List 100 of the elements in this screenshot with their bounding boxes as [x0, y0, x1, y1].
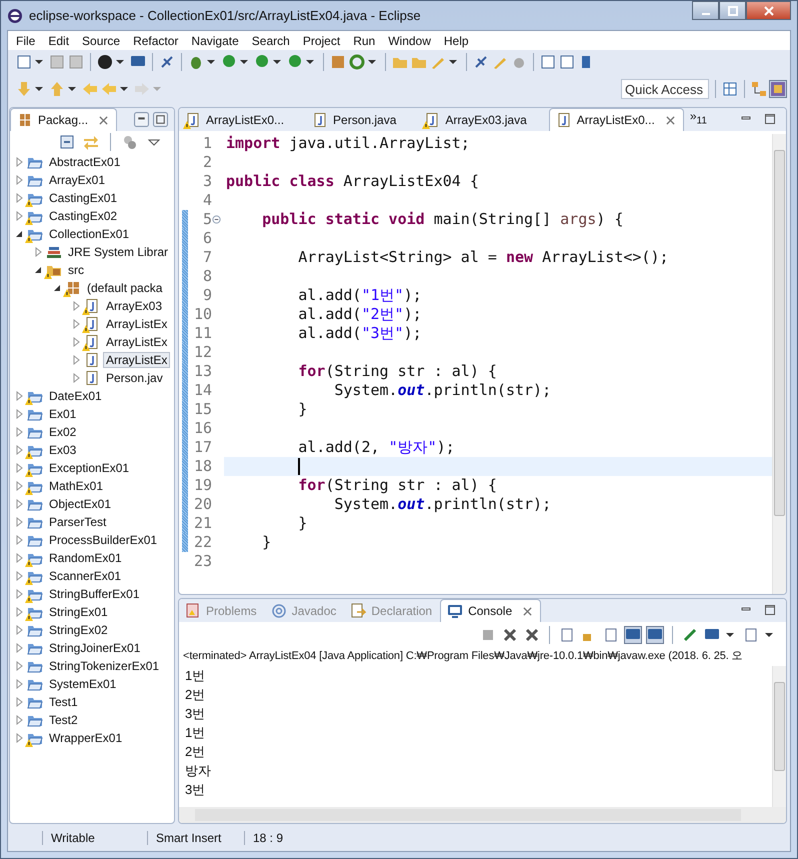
expand-toggle-icon[interactable] [14, 409, 24, 419]
close-icon[interactable] [502, 627, 518, 643]
expand-toggle-icon[interactable] [14, 553, 24, 563]
expand-toggle-icon[interactable] [71, 319, 81, 329]
close-icon[interactable] [99, 116, 108, 124]
tree-item[interactable]: CastingEx02 [46, 208, 120, 224]
tree-item[interactable]: Ex03 [46, 442, 80, 458]
tree-item[interactable]: RandomEx01 [46, 550, 125, 566]
editor-tab[interactable]: ArrayEx03.java [418, 109, 549, 131]
tree-item[interactable]: ArrayEx01 [46, 172, 108, 188]
tree-item[interactable]: ArrayEx03 [103, 298, 166, 314]
scrollbar[interactable] [772, 134, 786, 594]
tree-item[interactable]: CollectionEx01 [46, 226, 132, 242]
caret-icon[interactable] [207, 58, 215, 66]
window-icon[interactable] [16, 54, 32, 70]
menu-item[interactable]: Source [76, 34, 128, 48]
menu-item[interactable]: Search [246, 34, 297, 48]
expand-toggle-icon[interactable] [14, 697, 24, 707]
expand-toggle-icon[interactable] [33, 265, 43, 275]
caret-icon[interactable] [35, 58, 43, 66]
view-tab[interactable]: Console [440, 599, 542, 622]
expand-toggle-icon[interactable] [14, 391, 24, 401]
java-perspective-icon[interactable] [770, 81, 786, 97]
disks-icon[interactable] [68, 54, 84, 70]
expand-toggle-icon[interactable] [14, 535, 24, 545]
expand-toggle-icon[interactable] [52, 283, 62, 293]
expand-toggle-icon[interactable] [14, 157, 24, 167]
close-button[interactable] [746, 1, 791, 20]
caret-icon[interactable] [726, 631, 734, 639]
caret-icon[interactable] [306, 58, 314, 66]
expand-toggle-icon[interactable] [14, 445, 24, 455]
tree-item[interactable]: JRE System Librar [65, 244, 172, 260]
close-icon[interactable] [523, 606, 532, 616]
menu-item[interactable]: Project [296, 34, 348, 48]
expand-toggle-icon[interactable] [14, 229, 24, 239]
tree-item[interactable]: ObjectEx01 [46, 496, 114, 512]
menu-item[interactable]: Refactor [127, 34, 186, 48]
quick-access-field[interactable]: Quick Access [621, 79, 709, 99]
tree-item[interactable]: AbstractEx01 [46, 154, 124, 170]
tree-item[interactable]: WrapperEx01 [46, 730, 126, 746]
tree-item[interactable]: Test2 [46, 712, 81, 728]
expand-toggle-icon[interactable] [14, 607, 24, 617]
expand-toggle-icon[interactable] [71, 373, 81, 383]
expand-toggle-icon[interactable] [14, 733, 24, 743]
minimize-button[interactable] [692, 1, 719, 20]
collapse-all-icon[interactable] [59, 134, 75, 150]
menu-item[interactable]: Run [347, 34, 382, 48]
expand-toggle-icon[interactable] [14, 643, 24, 653]
tree-item[interactable]: StringBufferEx01 [46, 586, 142, 602]
scrollbar[interactable] [772, 666, 786, 807]
document-icon[interactable] [603, 627, 619, 643]
menu-item[interactable]: Help [438, 34, 476, 48]
caret-icon[interactable] [120, 85, 128, 93]
caret-icon[interactable] [116, 58, 124, 66]
menu-item[interactable]: Edit [42, 34, 76, 48]
expand-toggle-icon[interactable] [33, 247, 43, 257]
tree-item[interactable]: StringJoinerEx01 [46, 640, 144, 656]
expand-toggle-icon[interactable] [14, 427, 24, 437]
expand-toggle-icon[interactable] [71, 337, 81, 347]
expand-toggle-icon[interactable] [14, 661, 24, 671]
expand-toggle-icon[interactable] [14, 481, 24, 491]
editor-tab[interactable]: ArrayListEx0... [179, 109, 306, 131]
more-tabs-button[interactable]: »$_{11}$ [684, 108, 713, 131]
caret-icon[interactable] [449, 58, 457, 66]
expand-toggle-icon[interactable] [14, 211, 24, 221]
caret-icon[interactable] [35, 85, 43, 93]
tree-item[interactable]: ScannerEx01 [46, 568, 124, 584]
tree-item[interactable]: MathEx01 [46, 478, 106, 494]
caret-icon[interactable] [240, 58, 248, 66]
hierarchy-icon[interactable] [751, 81, 767, 97]
menu-item[interactable]: Navigate [185, 34, 246, 48]
view-tab[interactable]: Packag... [10, 108, 118, 131]
document-icon[interactable] [540, 54, 556, 70]
tree-item[interactable]: ParserTest [46, 514, 110, 530]
caret-icon[interactable] [68, 85, 76, 93]
tree-item[interactable]: StringEx02 [46, 622, 111, 638]
document-icon[interactable] [559, 627, 575, 643]
expand-toggle-icon[interactable] [14, 499, 24, 509]
close-all-icon[interactable] [524, 627, 540, 643]
tree-item[interactable]: (default packa [84, 280, 166, 296]
tree-item[interactable]: SystemEx01 [46, 676, 120, 692]
expand-toggle-icon[interactable] [71, 301, 81, 311]
caret-icon[interactable] [765, 631, 773, 639]
stop-icon[interactable] [480, 627, 496, 643]
tree-item[interactable]: DateEx01 [46, 388, 105, 404]
expand-toggle-icon[interactable] [14, 175, 24, 185]
expand-toggle-icon[interactable] [14, 715, 24, 725]
balls-icon[interactable] [122, 134, 138, 150]
maximize-button[interactable] [719, 1, 746, 20]
close-icon[interactable] [666, 116, 675, 124]
maximize-icon[interactable] [763, 603, 777, 617]
window-icon[interactable] [743, 627, 759, 643]
caret-icon[interactable] [368, 58, 376, 66]
minimize-icon[interactable] [134, 112, 149, 127]
scrollbar[interactable] [179, 807, 786, 823]
expand-toggle-icon[interactable] [14, 193, 24, 203]
tree-item[interactable]: StringTokenizerEx01 [46, 658, 162, 674]
expand-toggle-icon[interactable] [14, 589, 24, 599]
tree-item[interactable]: ExceptionEx01 [46, 460, 132, 476]
expand-toggle-icon[interactable] [14, 517, 24, 527]
